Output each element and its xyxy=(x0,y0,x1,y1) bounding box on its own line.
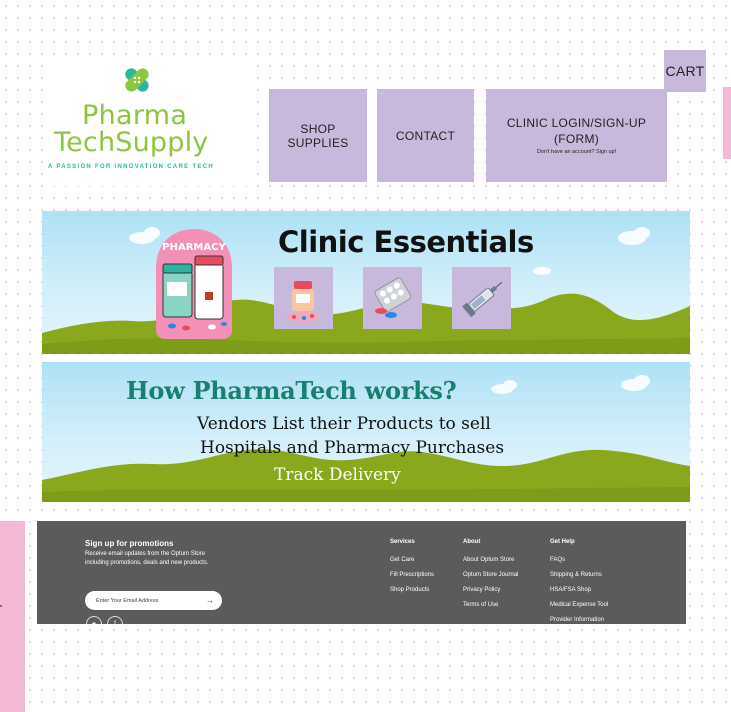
footer-link[interactable]: Shop Products xyxy=(390,587,429,593)
email-signup-field: → xyxy=(85,591,222,610)
clinic-essentials-banner: PHARMACY Clinic Essentials xyxy=(42,211,690,354)
step-purchases: Hospitals and Pharmacy Purchases xyxy=(200,438,505,458)
footer-link[interactable]: FAQs xyxy=(550,557,565,563)
footer-link[interactable]: Medical Expense Tool xyxy=(550,602,608,608)
pharmacy-badge-icon: PHARMACY xyxy=(156,229,232,339)
nav-shop-supplies-button[interactable]: SHOP SUPPLIES xyxy=(269,89,367,182)
footer-heading-about: About xyxy=(463,539,481,545)
bandage-cross-icon xyxy=(125,68,149,92)
nav-contact-button[interactable]: CONTACT xyxy=(377,89,474,182)
footer-heading-get-help: Get Help xyxy=(550,539,575,545)
site-footer: Sign up for promotions Receive email upd… xyxy=(37,521,686,624)
footer-link[interactable]: Privacy Policy xyxy=(463,587,500,593)
svg-text:PHARMACY: PHARMACY xyxy=(162,242,226,253)
email-input[interactable] xyxy=(96,597,196,604)
footer-link[interactable]: Get Care xyxy=(390,557,414,563)
nav-contact-label: CONTACT xyxy=(395,128,456,143)
footer-link[interactable]: Shipping & Returns xyxy=(550,572,602,578)
footer-link[interactable]: Fill Prescriptions xyxy=(390,572,434,578)
category-tile-pills[interactable] xyxy=(274,267,333,329)
arrow-right-icon[interactable]: → xyxy=(206,596,214,605)
side-decoration-pink-left xyxy=(0,521,25,712)
facebook-icon[interactable]: f xyxy=(107,616,123,624)
footer-link[interactable]: HSA/FSA Shop xyxy=(550,587,591,593)
category-tile-syringe[interactable] xyxy=(452,267,511,329)
pill-bottles-icon xyxy=(287,281,319,322)
nav-clinic-login-button[interactable]: CLINIC LOGIN/SIGN-UP (FORM) Don't have a… xyxy=(486,89,667,182)
category-tile-blister[interactable] xyxy=(363,267,422,329)
signup-link[interactable]: Don't have an account? Sign up! xyxy=(537,148,616,156)
promotions-title: Sign up for promotions xyxy=(85,539,174,548)
step-track-delivery: Track Delivery xyxy=(274,465,401,485)
promotions-description: Receive email updates from the Optum Sto… xyxy=(85,551,209,566)
cart-label: CART xyxy=(665,63,705,79)
logo-text-line2: TechSupply xyxy=(54,127,209,158)
logo-tagline: A PASSION FOR INNOVATION CARE TECH xyxy=(48,164,214,170)
how-it-works-banner: How PharmaTech works? Vendors List their… xyxy=(42,362,690,502)
cart-button[interactable]: CART xyxy=(664,50,706,92)
instagram-icon[interactable]: ◉ xyxy=(86,616,102,624)
footer-link[interactable]: Terms of Use xyxy=(463,602,498,608)
footer-link[interactable]: Optum Store Journal xyxy=(463,572,518,578)
side-decoration-pink xyxy=(723,87,731,159)
nav-login-label: CLINIC LOGIN/SIGN-UP xyxy=(506,116,647,130)
blister-pack-icon xyxy=(374,277,412,318)
footer-link[interactable]: About Optum Store xyxy=(463,557,514,563)
nav-login-label-form: (FORM) xyxy=(553,132,600,146)
step-vendors: Vendors List their Products to sell xyxy=(197,414,491,434)
decorative-dot xyxy=(0,605,2,607)
footer-heading-services: Services xyxy=(390,539,415,545)
how-it-works-title: How PharmaTech works? xyxy=(126,376,457,405)
clinic-essentials-title: Clinic Essentials xyxy=(278,225,534,259)
nav-shop-label: SHOP SUPPLIES xyxy=(287,121,349,150)
footer-link[interactable]: Provider Information xyxy=(550,617,604,623)
syringe-icon xyxy=(462,281,503,318)
